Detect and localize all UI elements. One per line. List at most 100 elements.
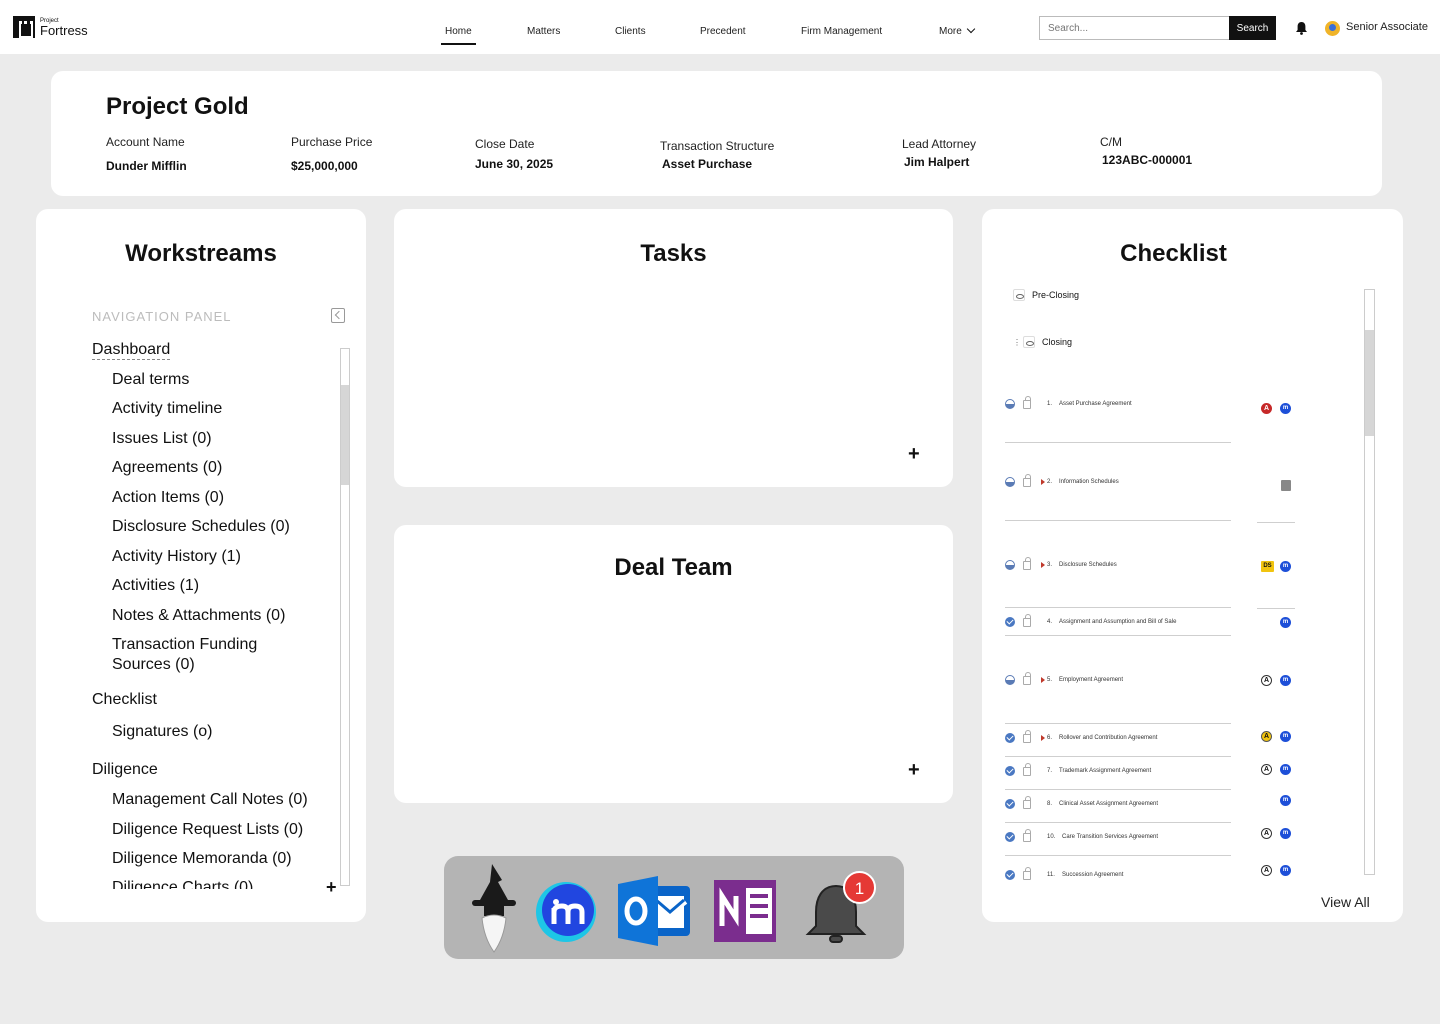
imanage-icon[interactable]: m: [1280, 561, 1291, 572]
row-name: Trademark Assignment Agreement: [1059, 768, 1152, 774]
checklist-row[interactable]: 6. Rollover and Contribution Agreement: [1005, 729, 1231, 743]
lock-icon[interactable]: [1023, 762, 1031, 776]
approval-icon[interactable]: A: [1261, 865, 1272, 876]
in-progress-status-icon: [1005, 477, 1015, 487]
approval-icon[interactable]: A: [1261, 675, 1272, 686]
row-number: 1.: [1047, 401, 1053, 407]
field-label-account-name: Account Name: [106, 135, 185, 149]
ws-item-action-items[interactable]: Action Items (0): [112, 488, 342, 508]
lock-icon[interactable]: [1023, 473, 1031, 487]
ws-item-issues-list[interactable]: Issues List (0): [112, 429, 342, 449]
ws-item-diligence-memoranda[interactable]: Diligence Memoranda (0): [112, 849, 342, 869]
wizard-app-icon[interactable]: [464, 862, 524, 954]
ws-item-activity-history[interactable]: Activity History (1): [112, 547, 342, 567]
user-role[interactable]: Senior Associate: [1346, 21, 1428, 33]
nav-precedent[interactable]: Precedent: [700, 26, 746, 37]
nav-clients[interactable]: Clients: [615, 26, 646, 37]
visibility-toggle-icon[interactable]: [1023, 336, 1035, 348]
nav-firm-management[interactable]: Firm Management: [801, 26, 882, 37]
view-all-link[interactable]: View All: [1321, 894, 1370, 910]
lock-icon[interactable]: [1023, 866, 1031, 880]
ws-item-management-call-notes[interactable]: Management Call Notes (0): [112, 790, 342, 810]
expand-arrow-icon[interactable]: [1041, 735, 1045, 741]
checklist-row[interactable]: 3. Disclosure Schedules: [1005, 556, 1231, 570]
add-workstream-button[interactable]: +: [326, 877, 337, 898]
ws-item-diligence-charts[interactable]: Diligence Charts (0): [112, 878, 342, 889]
complete-status-icon: [1005, 832, 1015, 842]
checklist-scrollbar[interactable]: [1364, 289, 1375, 875]
imanage-icon[interactable]: m: [1280, 795, 1291, 806]
checklist-row[interactable]: 5. Employment Agreement: [1005, 671, 1231, 685]
ws-checklist[interactable]: Checklist: [92, 691, 157, 709]
lock-icon[interactable]: [1023, 671, 1031, 685]
deal-team-panel: Deal Team +: [394, 525, 953, 803]
checklist-row[interactable]: 11. Succession Agreement: [1005, 866, 1231, 880]
add-deal-team-member-button[interactable]: +: [908, 759, 920, 782]
approval-icon[interactable]: A: [1261, 731, 1272, 742]
ws-dashboard[interactable]: Dashboard: [92, 341, 171, 360]
imanage-icon[interactable]: m: [1280, 403, 1291, 414]
collapse-panel-icon[interactable]: [331, 308, 345, 323]
checklist-group-pre-closing[interactable]: Pre-Closing: [1013, 289, 1079, 301]
checklist-row[interactable]: 4. Assignment and Assumption and Bill of …: [1005, 613, 1231, 627]
document-icon[interactable]: [1281, 480, 1291, 491]
imanage-icon[interactable]: m: [1280, 865, 1291, 876]
checklist-row[interactable]: 1. Asset Purchase Agreement: [1005, 395, 1231, 409]
search-input[interactable]: [1039, 16, 1231, 40]
checklist-row[interactable]: 10. Care Transition Services Agreement: [1005, 828, 1231, 842]
ws-diligence[interactable]: Diligence: [92, 761, 158, 779]
workstreams-scrollbar[interactable]: [340, 348, 350, 886]
scrollbar-thumb[interactable]: [341, 385, 349, 485]
checklist-row[interactable]: 7. Trademark Assignment Agreement: [1005, 762, 1231, 776]
nav-home[interactable]: Home: [441, 26, 476, 45]
checklist-row[interactable]: 8. Clinical Asset Assignment Agreement: [1005, 795, 1231, 809]
bell-icon[interactable]: [1295, 21, 1308, 35]
imanage-icon[interactable]: m: [1280, 828, 1291, 839]
scrollbar-thumb[interactable]: [1365, 330, 1374, 436]
imanage-icon[interactable]: m: [1280, 675, 1291, 686]
ws-item-notes-attachments[interactable]: Notes & Attachments (0): [112, 606, 342, 626]
approval-icon[interactable]: A: [1261, 764, 1272, 775]
search-button[interactable]: Search: [1229, 16, 1276, 40]
brand-logo[interactable]: Project Fortress: [13, 16, 88, 38]
lock-icon[interactable]: [1023, 729, 1031, 743]
disclosure-schedules-icon[interactable]: DS: [1261, 561, 1274, 572]
approval-icon[interactable]: A: [1261, 403, 1272, 414]
imanage-icon[interactable]: m: [1280, 764, 1291, 775]
imanage-icon[interactable]: m: [1280, 731, 1291, 742]
checklist-group-closing[interactable]: ⋮ Closing: [1013, 336, 1072, 348]
lock-icon[interactable]: [1023, 613, 1031, 627]
top-nav-bar: Project Fortress Home Matters Clients Pr…: [0, 0, 1440, 54]
ws-item-diligence-request-lists[interactable]: Diligence Request Lists (0): [112, 820, 342, 840]
m-app-icon[interactable]: [532, 878, 600, 946]
approval-icon[interactable]: A: [1261, 828, 1272, 839]
expand-arrow-icon[interactable]: [1041, 479, 1045, 485]
lock-icon[interactable]: [1023, 828, 1031, 842]
field-value-account-name: Dunder Mifflin: [106, 159, 187, 173]
avatar[interactable]: [1325, 21, 1340, 36]
nav-matters[interactable]: Matters: [527, 26, 560, 37]
ws-item-signatures[interactable]: Signatures (o): [112, 722, 342, 742]
ws-item-deal-terms[interactable]: Deal terms: [112, 370, 342, 390]
outlook-app-icon[interactable]: [616, 872, 694, 950]
ws-item-disclosure-schedules[interactable]: Disclosure Schedules (0): [112, 517, 342, 537]
imanage-icon[interactable]: m: [1280, 617, 1291, 628]
nav-more[interactable]: More: [939, 24, 976, 37]
drag-handle-icon[interactable]: ⋮: [1013, 338, 1021, 347]
ws-item-activity-timeline[interactable]: Activity timeline: [112, 399, 342, 419]
ws-item-activities[interactable]: Activities (1): [112, 576, 342, 596]
ws-item-transaction-funding-sources[interactable]: Transaction Funding Sources (0): [112, 635, 302, 675]
expand-arrow-icon[interactable]: [1041, 562, 1045, 568]
row-number: 5.: [1047, 677, 1053, 683]
tasks-title: Tasks: [640, 240, 707, 267]
ws-item-agreements[interactable]: Agreements (0): [112, 458, 342, 478]
checklist-row[interactable]: 2. Information Schedules: [1005, 473, 1231, 487]
lock-icon[interactable]: [1023, 395, 1031, 409]
visibility-toggle-icon[interactable]: [1013, 289, 1025, 301]
group-label: Pre-Closing: [1032, 290, 1080, 300]
expand-arrow-icon[interactable]: [1041, 677, 1045, 683]
add-task-button[interactable]: +: [908, 443, 920, 466]
lock-icon[interactable]: [1023, 795, 1031, 809]
lock-icon[interactable]: [1023, 556, 1031, 570]
onenote-app-icon[interactable]: [712, 876, 782, 946]
